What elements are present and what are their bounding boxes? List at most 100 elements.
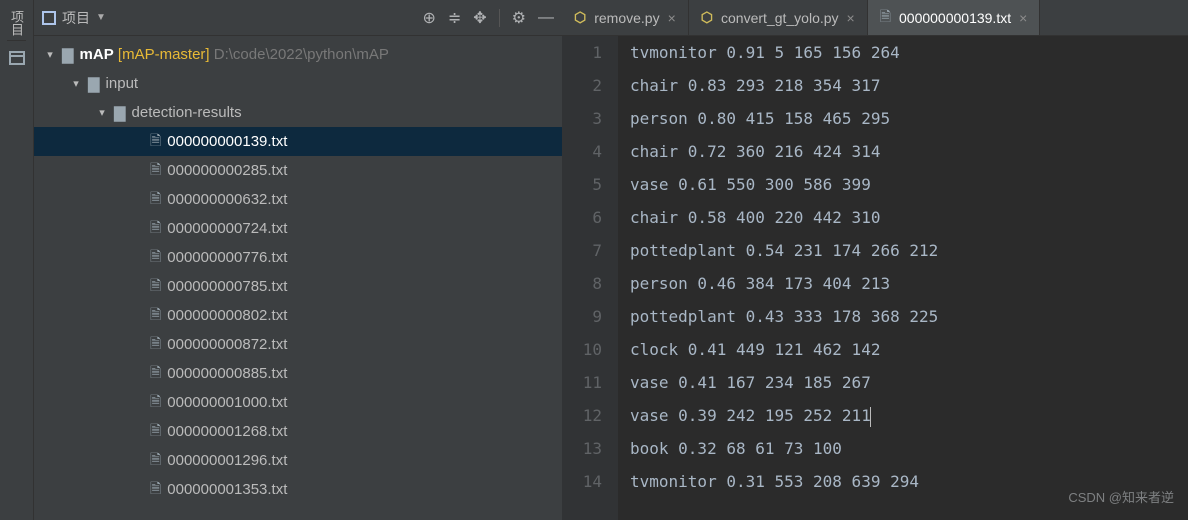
text-file-icon: 🗎 (150, 275, 161, 299)
file-label: 000000001268.txt (167, 423, 287, 440)
project-sidebar: 项目 ▼ ⊕ ≑ ✥ ⚙ — ▾ ▇ mAP [mAP-master] D:\c… (34, 0, 562, 520)
tab-label: convert_gt_yolo.py (721, 10, 839, 26)
line-number: 12 (562, 399, 602, 432)
line-number: 6 (562, 201, 602, 234)
tree-file[interactable]: 🗎000000000785.txt (34, 272, 562, 301)
view-dropdown-icon[interactable]: ▼ (96, 12, 106, 23)
tree-file[interactable]: 🗎000000000776.txt (34, 243, 562, 272)
tree-file[interactable]: 🗎 000000000724.txt (34, 214, 562, 243)
caret-down-icon[interactable]: ▾ (70, 77, 82, 90)
code-line[interactable]: book 0.32 68 61 73 100 (630, 432, 938, 465)
hide-icon[interactable]: — (538, 9, 554, 27)
line-number: 3 (562, 102, 602, 135)
code-line[interactable]: person 0.46 384 173 404 213 (630, 267, 938, 300)
folder-icon: ▇ (62, 46, 74, 64)
line-number: 2 (562, 69, 602, 102)
close-icon[interactable]: × (847, 10, 855, 26)
gear-icon[interactable]: ⚙ (512, 8, 526, 28)
file-label: 000000000724.txt (167, 220, 287, 237)
code-line[interactable]: clock 0.41 449 121 462 142 (630, 333, 938, 366)
code-line[interactable]: vase 0.41 167 234 185 267 (630, 366, 938, 399)
tree-file[interactable]: 🗎000000001353.txt (34, 475, 562, 504)
code-line[interactable]: pottedplant 0.43 333 178 368 225 (630, 300, 938, 333)
file-label: 000000000872.txt (167, 336, 287, 353)
text-file-icon: 🗎 (150, 246, 161, 270)
expand-icon[interactable]: ✥ (473, 8, 486, 28)
structure-icon[interactable] (9, 51, 25, 65)
close-icon[interactable]: × (1019, 10, 1027, 26)
text-file-icon: 🗎 (150, 420, 161, 444)
text-file-icon: 🗎 (880, 6, 891, 30)
folder-label: input (106, 75, 139, 92)
folder-label: detection-results (132, 104, 242, 121)
tool-window-stripe: 项目 (0, 0, 34, 520)
code-line[interactable]: chair 0.83 293 218 354 317 (630, 69, 938, 102)
tree-file[interactable]: 🗎000000000802.txt (34, 301, 562, 330)
python-file-icon: ⬡ (701, 9, 713, 26)
tree-file[interactable]: 🗎000000001296.txt (34, 446, 562, 475)
tree-folder-input[interactable]: ▾ ▇ input (34, 69, 562, 98)
tree-file[interactable]: 🗎000000000139.txt (34, 127, 562, 156)
tree-file[interactable]: 🗎000000000285.txt (34, 156, 562, 185)
code-line[interactable]: pottedplant 0.54 231 174 266 212 (630, 234, 938, 267)
line-number: 5 (562, 168, 602, 201)
code-line[interactable]: tvmonitor 0.91 5 165 156 264 (630, 36, 938, 69)
collapse-icon[interactable]: ≑ (448, 8, 461, 28)
line-number: 13 (562, 432, 602, 465)
line-number: 8 (562, 267, 602, 300)
code-content[interactable]: tvmonitor 0.91 5 165 156 264chair 0.83 2… (618, 36, 938, 520)
folder-icon: ▇ (88, 75, 100, 93)
caret-down-icon[interactable]: ▾ (96, 106, 108, 119)
code-line[interactable]: person 0.80 415 158 465 295 (630, 102, 938, 135)
tab-000000000139-txt[interactable]: 🗎 000000000139.txt × (868, 0, 1041, 35)
code-line[interactable]: tvmonitor 0.31 553 208 639 294 (630, 465, 938, 498)
file-label: 000000000632.txt (167, 191, 287, 208)
tree-folder-detection[interactable]: ▾ ▇ detection-results (34, 98, 562, 127)
line-number: 9 (562, 300, 602, 333)
project-tree: ▾ ▇ mAP [mAP-master] D:\code\2022\python… (34, 36, 562, 520)
editor-body[interactable]: 1234567891011121314 tvmonitor 0.91 5 165… (562, 36, 1188, 520)
toolbar-divider (499, 9, 500, 27)
tree-file[interactable]: 🗎 000000001000.txt (34, 388, 562, 417)
text-file-icon: 🗎 (150, 130, 161, 154)
line-number: 1 (562, 36, 602, 69)
file-label: 000000000885.txt (167, 365, 287, 382)
tab-remove-py[interactable]: ⬡remove.py× (562, 0, 689, 35)
sidebar-title: 项目 (62, 8, 90, 28)
text-file-icon: 🗎 (150, 391, 161, 415)
project-view-icon (42, 11, 56, 25)
tab-convert_gt_yolo-py[interactable]: ⬡ convert_gt_yolo.py × (689, 0, 868, 35)
root-path: D:\code\2022\python\mAP (214, 46, 389, 63)
code-line[interactable]: vase 0.61 550 300 586 399 (630, 168, 938, 201)
code-line[interactable]: chair 0.58 400 220 442 310 (630, 201, 938, 234)
file-label: 000000001296.txt (167, 452, 287, 469)
text-file-icon: 🗎 (150, 304, 161, 328)
text-file-icon: 🗎 (150, 188, 161, 212)
text-file-icon: 🗎 (150, 362, 161, 386)
line-number: 11 (562, 366, 602, 399)
tab-label: 000000000139.txt (899, 10, 1011, 26)
tree-file[interactable]: 🗎 000000000632.txt (34, 185, 562, 214)
file-label: 000000001353.txt (167, 481, 287, 498)
folder-icon: ▇ (114, 104, 126, 122)
line-number: 4 (562, 135, 602, 168)
file-label: 000000001000.txt (167, 394, 287, 411)
file-label: 000000000285.txt (167, 162, 287, 179)
tree-file[interactable]: 🗎 000000000885.txt (34, 359, 562, 388)
line-number: 7 (562, 234, 602, 267)
text-file-icon: 🗎 (150, 217, 161, 241)
line-number: 10 (562, 333, 602, 366)
tree-root[interactable]: ▾ ▇ mAP [mAP-master] D:\code\2022\python… (34, 40, 562, 69)
project-tool-label[interactable]: 项目 (7, 6, 26, 41)
tree-file[interactable]: 🗎 000000001268.txt (34, 417, 562, 446)
locate-icon[interactable]: ⊕ (422, 8, 435, 28)
root-name: mAP (80, 46, 114, 63)
caret-down-icon[interactable]: ▾ (44, 48, 56, 61)
watermark: CSDN @知来者逆 (1068, 481, 1174, 514)
close-icon[interactable]: × (668, 10, 676, 26)
tab-label: remove.py (594, 10, 659, 26)
text-caret (870, 407, 871, 427)
code-line[interactable]: chair 0.72 360 216 424 314 (630, 135, 938, 168)
tree-file[interactable]: 🗎000000000872.txt (34, 330, 562, 359)
code-line[interactable]: vase 0.39 242 195 252 211 (630, 399, 938, 432)
